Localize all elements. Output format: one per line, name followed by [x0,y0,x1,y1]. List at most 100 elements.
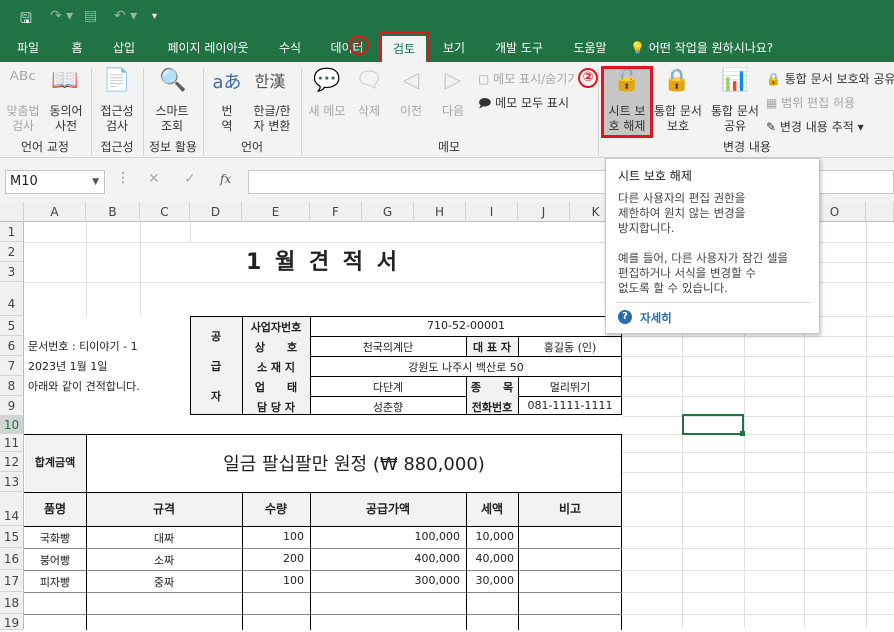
phone-label: 전화번호 [471,401,513,414]
column-header[interactable]: H [414,202,466,222]
prev-memo-icon: ◁ [402,68,420,93]
tab-insert[interactable]: 삽입 [104,34,144,62]
column-header[interactable]: E [242,202,310,222]
thesaurus-button[interactable]: 동의어 사전 [44,104,88,134]
gridline [622,336,894,337]
enter-icon[interactable]: ✓ [184,171,196,187]
row-header[interactable]: 4 [0,282,24,316]
tab-view[interactable]: 보기 [436,34,472,62]
column-header[interactable]: J [518,202,570,222]
tab-developer[interactable]: 개발 도구 [486,34,552,62]
new-memo-button[interactable]: 새 메모 [304,104,350,119]
form-icon[interactable]: ▤ [84,8,97,24]
row-header[interactable]: 1 [0,222,24,242]
delete-memo-button[interactable]: 삭제 [350,104,388,119]
fill-handle[interactable] [740,431,745,436]
column-header[interactable]: I [466,202,518,222]
select-all-corner[interactable] [0,202,24,222]
ribbon-tab-bar: 파일 홈 삽입 페이지 레이아웃 수식 데이터 검토 보기 개발 도구 도움말 … [0,34,894,62]
prev-memo-button[interactable]: 이전 [392,104,430,119]
row-header[interactable]: 10 [0,416,24,434]
row-header[interactable]: 16 [0,548,24,570]
allow-edit-icon: ▦ [766,96,782,110]
protect-share-button[interactable]: 🔒 통합 문서 보호와 공유 [766,70,894,87]
row-header[interactable]: 8 [0,376,24,396]
tab-file[interactable]: 파일 [8,34,48,62]
tab-formulas[interactable]: 수식 [270,34,310,62]
protect-workbook-button[interactable]: 통합 문서 보호 [652,104,704,134]
help-icon: ? [618,310,632,324]
memo-all-button[interactable]: 🗩 메모 모두 표시 [478,94,569,115]
track-changes-button[interactable]: ✎ 변경 내용 추적 ▾ [766,118,864,135]
tab-page-layout[interactable]: 페이지 레이아웃 [156,34,260,62]
delete-memo-icon: 🗨 [355,68,383,93]
tooltip-more-link[interactable]: 자세히 [640,310,672,326]
tab-help[interactable]: 도움말 [564,34,616,62]
customize-qat-icon[interactable]: ▾ [152,11,157,22]
hangul-hanja-button[interactable]: 한글/한 자 변환 [246,104,298,134]
row-header[interactable]: 17 [0,570,24,592]
col-header-name: 품명 [43,502,67,516]
translate-button[interactable]: 번역 [210,104,244,134]
item-tax: 40,000 [475,552,515,565]
protect-workbook-icon: 🔒 [663,68,691,93]
redo-icon[interactable]: ↷ ▾ [50,8,73,24]
tooltip-divider [616,302,811,303]
row-header[interactable]: 7 [0,356,24,376]
cancel-icon[interactable]: ✕ [148,171,160,187]
spell-check-button[interactable]: 맞춤법 검사 [2,104,44,134]
column-header[interactable]: G [362,202,414,222]
doc-date: 2023년 1월 1일 [28,360,108,373]
lightbulb-icon: 💡 [630,41,645,55]
column-header[interactable]: D [190,202,242,222]
item-spec: 소짜 [153,554,175,567]
smart-lookup-icon: 🔍 [159,68,187,93]
row-header[interactable]: 9 [0,396,24,416]
tooltip-title: 시트 보호 해제 [618,169,692,183]
item-spec: 중짜 [153,576,175,589]
tab-home[interactable]: 홈 [62,34,92,62]
row-header[interactable]: 11 [0,434,24,452]
row-header[interactable]: 18 [0,592,24,614]
row-header[interactable]: 12 [0,452,24,472]
gridline [622,376,894,377]
tell-me-box[interactable]: 💡 어떤 작업을 원하시나요? [630,34,800,62]
allow-edit-ranges-button[interactable]: ▦ 범위 편집 허용 [766,94,855,111]
row-header[interactable]: 13 [0,472,24,492]
selected-cell-m10[interactable] [682,414,744,435]
next-memo-button[interactable]: 다음 [434,104,472,119]
smart-lookup-button[interactable]: 스마트 조회 [148,104,196,134]
row-header[interactable]: 14 [0,492,24,526]
row-header[interactable]: 5 [0,316,24,336]
group-accessibility-label: 접근성 [100,140,134,154]
column-header[interactable]: B [86,202,140,222]
memo-show-icon: ▢ [478,72,494,86]
column-header[interactable] [866,202,894,222]
memo-show-button[interactable]: ▢ 메모 표시/숨기기 [478,70,574,87]
name-box[interactable]: M10 ▼ [5,170,105,194]
gridline [24,282,622,283]
tooltip-desc-2: 예를 들어, 다른 사용자가 잠긴 셀을 편집하거나 서식을 변경할 수 없도록 할… [618,251,789,295]
row-header[interactable]: 2 [0,242,24,262]
name-box-value: M10 [10,174,38,189]
share-workbook-button[interactable]: 통합 문서 공유 [708,104,762,134]
row-header[interactable]: 15 [0,526,24,548]
protect-share-icon: 🔒 [766,72,785,86]
gridline [622,570,894,571]
column-header[interactable]: C [140,202,190,222]
phone-value: 081-1111-1111 [527,399,613,412]
new-memo-icon: 💬 [313,68,341,93]
insert-function-icon[interactable]: fx [220,172,231,186]
save-icon[interactable]: 🖫 [20,8,32,32]
row-header[interactable]: 3 [0,262,24,282]
column-header[interactable]: F [310,202,362,222]
column-header[interactable]: A [24,202,86,222]
accessibility-button[interactable]: 접근성 검사 [94,104,140,134]
gridline [622,434,894,435]
total-amount: 일금 팔십팔만 원정 (₩ 880,000) [223,454,485,475]
row-header[interactable]: 6 [0,336,24,356]
undo-icon[interactable]: ↶ ▾ [114,8,137,24]
more-icon: ⋮ [116,170,130,186]
gridline [622,592,894,593]
supplier-label: 자 [210,390,222,403]
